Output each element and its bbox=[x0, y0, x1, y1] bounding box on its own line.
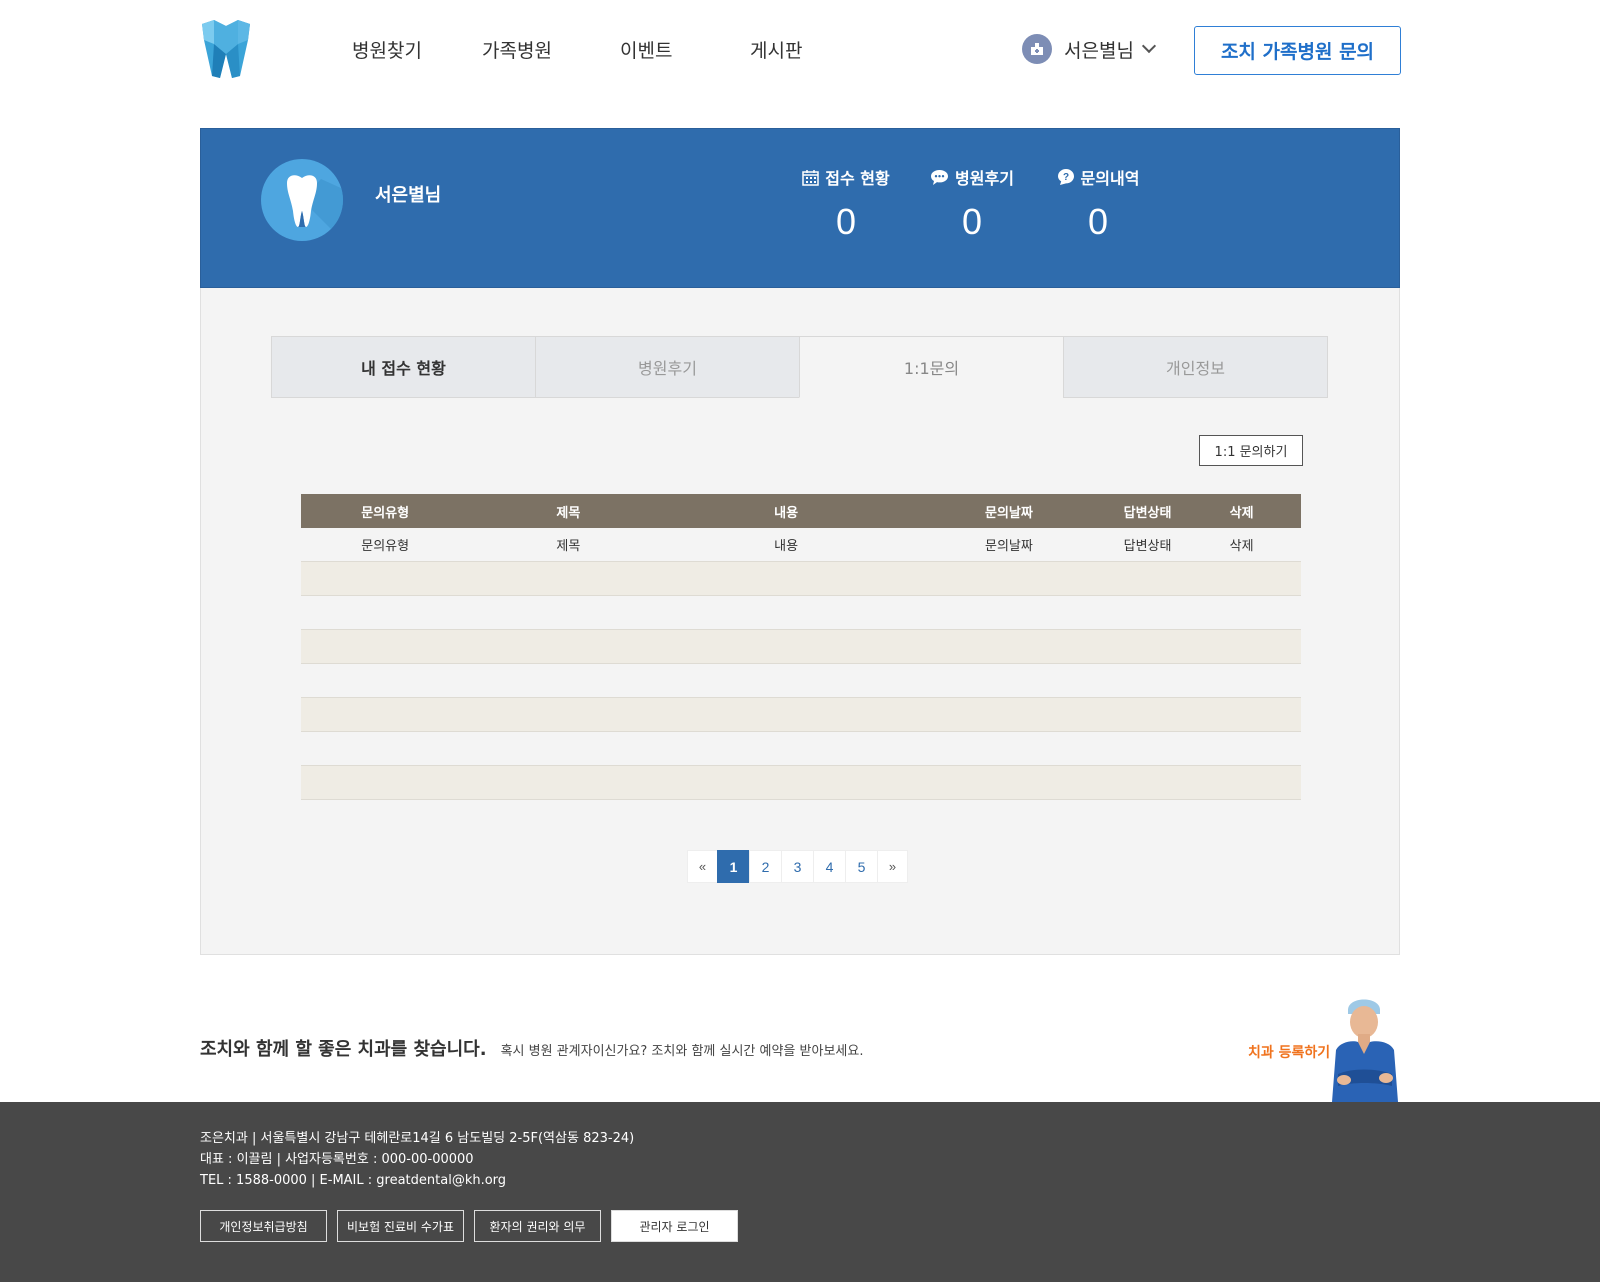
page-2[interactable]: 2 bbox=[749, 850, 782, 883]
privacy-policy-button[interactable]: 개인정보취급방침 bbox=[200, 1210, 327, 1242]
col-header-title: 제목 bbox=[556, 505, 581, 521]
profile-name: 서은별님 bbox=[375, 185, 442, 206]
cell-content: 내용 bbox=[774, 539, 799, 554]
stat-inquiries-value: 0 bbox=[1087, 201, 1109, 242]
table-row bbox=[301, 698, 1301, 732]
site-header: 병원찾기 가족병원 이벤트 게시판 서은별님 조치 가족병원 문의 bbox=[0, 0, 1600, 100]
main-nav: 병원찾기 가족병원 이벤트 게시판 bbox=[352, 36, 830, 63]
stat-reviews[interactable]: 병원후기 0 bbox=[907, 165, 1037, 243]
patient-rights-button[interactable]: 환자의 권리와 의무 bbox=[474, 1210, 601, 1242]
user-menu[interactable]: 서은별님 bbox=[1022, 34, 1156, 64]
cell-status: 답변상태 bbox=[1123, 539, 1172, 554]
footer-contact: TEL : 1588-0000 | E-MAIL : greatdental@k… bbox=[200, 1173, 507, 1188]
col-header-content: 내용 bbox=[774, 505, 799, 521]
table-row bbox=[301, 732, 1301, 766]
cell-title[interactable]: 제목 bbox=[469, 535, 667, 554]
question-icon: ? bbox=[1057, 169, 1074, 185]
page-5[interactable]: 5 bbox=[845, 850, 878, 883]
nav-find-hospital[interactable]: 병원찾기 bbox=[352, 36, 482, 63]
page-3[interactable]: 3 bbox=[781, 850, 814, 883]
tab-reviews[interactable]: 병원후기 bbox=[535, 336, 800, 398]
non-insured-fee-button[interactable]: 비보험 진료비 수가표 bbox=[337, 1210, 464, 1242]
admin-login-button[interactable]: 관리자 로그인 bbox=[611, 1210, 738, 1242]
col-header-delete: 삭제 bbox=[1229, 505, 1254, 521]
tooth-logo-icon[interactable] bbox=[200, 20, 252, 80]
table-row bbox=[301, 664, 1301, 698]
table-header: 문의유형 제목 내용 문의날짜 답변상태 삭제 bbox=[301, 494, 1301, 528]
chat-bubble-icon bbox=[931, 169, 949, 185]
col-header-type: 문의유형 bbox=[361, 505, 410, 521]
col-header-status: 답변상태 bbox=[1123, 505, 1172, 521]
table-row bbox=[301, 596, 1301, 630]
stat-reviews-label: 병원후기 bbox=[955, 169, 1014, 188]
stat-reviews-value: 0 bbox=[961, 201, 983, 242]
table-row bbox=[301, 562, 1301, 596]
table-row[interactable]: 문의유형 제목 내용 문의날짜 답변상태 삭제 bbox=[301, 528, 1301, 562]
page: 병원찾기 가족병원 이벤트 게시판 서은별님 조치 가족병원 문의 서은별님 접… bbox=[0, 0, 1600, 1282]
clinic-promo: 조치와 함께 할 좋은 치과를 찾습니다. 혹시 병원 관계자이신가요? 조치와… bbox=[200, 1035, 863, 1061]
stat-reception-label: 접수 현황 bbox=[825, 169, 890, 188]
svg-text:?: ? bbox=[1062, 172, 1068, 183]
cell-delete[interactable]: 삭제 bbox=[1182, 535, 1301, 554]
mypage-tabs: 내 접수 현황 병원후기 1:1문의 개인정보 bbox=[271, 336, 1331, 398]
stat-inquiries-label: 문의내역 bbox=[1080, 169, 1140, 188]
nav-board[interactable]: 게시판 bbox=[750, 36, 830, 63]
tab-one-on-one-inquiry[interactable]: 1:1문의 bbox=[799, 336, 1064, 398]
col-header-date: 문의날짜 bbox=[984, 505, 1033, 521]
table-row bbox=[301, 630, 1301, 664]
page-4[interactable]: 4 bbox=[813, 850, 846, 883]
new-inquiry-button[interactable]: 1:1 문의하기 bbox=[1199, 435, 1303, 466]
stat-reception[interactable]: 접수 현황 0 bbox=[781, 165, 911, 243]
nav-family-hospital[interactable]: 가족병원 bbox=[482, 36, 620, 63]
site-footer: 조은치과 | 서울특별시 강남구 테헤란로14길 6 남도빌딩 2-5F(역삼동… bbox=[0, 1102, 1600, 1282]
cell-type: 문의유형 bbox=[361, 539, 410, 554]
tooth-icon bbox=[287, 175, 343, 241]
page-1[interactable]: 1 bbox=[717, 850, 750, 883]
promo-title: 조치와 함께 할 좋은 치과를 찾습니다. bbox=[200, 1039, 487, 1060]
footer-info: 조은치과 | 서울특별시 강남구 테헤란로14길 6 남도빌딩 2-5F(역삼동… bbox=[200, 1128, 634, 1191]
user-name: 서은별님 bbox=[1064, 39, 1134, 62]
chevron-down-icon bbox=[1141, 38, 1156, 54]
cell-date: 문의날짜 bbox=[984, 539, 1033, 554]
nav-events[interactable]: 이벤트 bbox=[620, 36, 750, 63]
page-next[interactable]: » bbox=[877, 850, 908, 883]
inquiry-table: 문의유형 제목 내용 문의날짜 답변상태 삭제 문의유형 제목 내용 문의날짜 … bbox=[301, 494, 1301, 800]
calendar-icon bbox=[802, 169, 820, 186]
footer-links: 개인정보취급방침 비보험 진료비 수가표 환자의 권리와 의무 관리자 로그인 bbox=[200, 1210, 748, 1242]
footer-address: 조은치과 | 서울특별시 강남구 테헤란로14길 6 남도빌딩 2-5F(역삼동… bbox=[200, 1131, 635, 1146]
tab-personal-info[interactable]: 개인정보 bbox=[1063, 336, 1328, 398]
stat-inquiries[interactable]: ? 문의내역 0 bbox=[1033, 165, 1163, 243]
pagination: « 1 2 3 4 5 » bbox=[687, 850, 908, 883]
register-clinic-link[interactable]: 치과 등록하기 bbox=[1248, 1042, 1330, 1062]
profile-banner: 서은별님 접수 현황 0 병원후기 0 ? 문의내역 0 bbox=[200, 128, 1400, 288]
promo-subtitle: 혹시 병원 관계자이신가요? 조치와 함께 실시간 예약을 받아보세요. bbox=[500, 1044, 864, 1059]
content-panel: 내 접수 현황 병원후기 1:1문의 개인정보 1:1 문의하기 문의유형 제목… bbox=[200, 288, 1400, 955]
stat-reception-value: 0 bbox=[835, 201, 857, 242]
footer-ceo: 대표 : 이끌림 | 사업자등록번호 : 000-00-00000 bbox=[200, 1152, 474, 1167]
page-prev[interactable]: « bbox=[687, 850, 718, 883]
table-row bbox=[301, 766, 1301, 800]
doctor-illustration bbox=[1332, 999, 1398, 1102]
user-avatar-icon bbox=[1022, 34, 1052, 64]
tab-my-reception[interactable]: 내 접수 현황 bbox=[271, 336, 536, 398]
profile-avatar bbox=[261, 159, 343, 241]
family-hospital-inquiry-button[interactable]: 조치 가족병원 문의 bbox=[1194, 26, 1401, 75]
